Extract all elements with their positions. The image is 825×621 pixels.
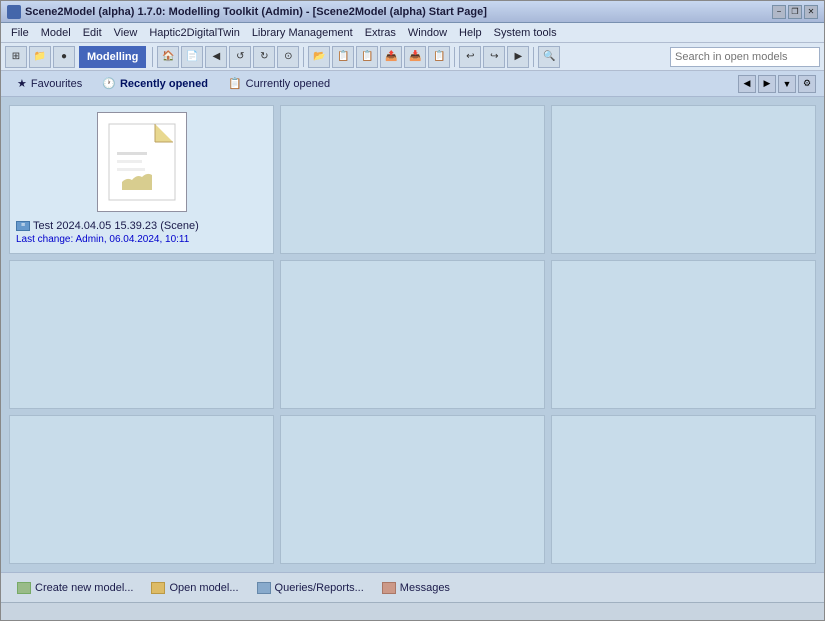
window-title: Scene2Model (alpha) 1.7.0: Modelling Too… — [25, 6, 487, 18]
tab-settings-button[interactable]: ⚙ — [798, 75, 816, 93]
menu-window[interactable]: Window — [402, 26, 453, 40]
messages-button[interactable]: Messages — [374, 580, 458, 596]
grid-cell-7 — [280, 415, 545, 564]
toolbar-arrow[interactable]: ▶ — [507, 46, 529, 68]
menu-help[interactable]: Help — [453, 26, 488, 40]
menu-library[interactable]: Library Management — [246, 26, 359, 40]
create-new-model-label: Create new model... — [35, 582, 133, 594]
close-button[interactable]: ✕ — [804, 5, 818, 19]
cell-date-text-0: Last change: Admin, 06.04.2024, — [16, 234, 162, 245]
menu-bar: File Model Edit View Haptic2DigitalTwin … — [1, 23, 824, 43]
restore-button[interactable]: ❐ — [788, 5, 802, 19]
menu-edit[interactable]: Edit — [77, 26, 108, 40]
menu-model[interactable]: Model — [35, 26, 77, 40]
create-new-model-button[interactable]: Create new model... — [9, 580, 141, 596]
scene-icon: ≡ — [16, 221, 30, 231]
separator-1 — [152, 47, 153, 67]
tab-recently-opened[interactable]: 🕐 Recently opened — [94, 74, 216, 93]
toolbar-mode-label: Modelling — [79, 46, 146, 68]
toolbar-refresh2[interactable]: ↻ — [253, 46, 275, 68]
tab-navigation: ◀ ▶ ▼ ⚙ — [738, 75, 816, 93]
toolbar-undo[interactable]: ↩ — [459, 46, 481, 68]
cell-time-0: 10:11 — [162, 234, 189, 245]
menu-haptic[interactable]: Haptic2DigitalTwin — [143, 26, 245, 40]
toolbar: ⊞ 📁 ● Modelling 🏠 📄 ◀ ↺ ↻ ⊙ 📂 📋 📋 📤 📥 📋 … — [1, 43, 824, 71]
grid-cell-2 — [551, 105, 816, 254]
open-icon — [151, 582, 165, 594]
tab-prev-button[interactable]: ◀ — [738, 75, 756, 93]
toolbar-find[interactable]: 🔍 — [538, 46, 560, 68]
grid-cell-0[interactable]: ≡ Test 2024.04.05 15.39.23 (Scene) Last … — [9, 105, 274, 254]
menu-file[interactable]: File — [5, 26, 35, 40]
thumbnail-svg-0 — [107, 122, 177, 202]
toolbar-doc[interactable]: 📄 — [181, 46, 203, 68]
currently-opened-icon: 📋 — [228, 77, 242, 90]
search-box[interactable] — [670, 47, 820, 67]
menu-view[interactable]: View — [108, 26, 144, 40]
query-icon — [257, 582, 271, 594]
toolbar-export3[interactable]: 📋 — [428, 46, 450, 68]
open-model-label: Open model... — [169, 582, 238, 594]
title-bar: Scene2Model (alpha) 1.7.0: Modelling Too… — [1, 1, 824, 23]
window-controls[interactable]: − ❐ ✕ — [772, 5, 818, 19]
toolbar-btn-3[interactable]: ● — [53, 46, 75, 68]
recently-opened-icon: 🕐 — [102, 77, 116, 90]
search-input[interactable] — [675, 51, 815, 63]
grid-cell-1 — [280, 105, 545, 254]
messages-label: Messages — [400, 582, 450, 594]
toolbar-search-btn[interactable]: ⊙ — [277, 46, 299, 68]
minimize-button[interactable]: − — [772, 5, 786, 19]
grid-cell-4 — [280, 260, 545, 409]
toolbar-redo[interactable]: ↪ — [483, 46, 505, 68]
toolbar-btn-2[interactable]: 📁 — [29, 46, 51, 68]
cell-date-0: Last change: Admin, 06.04.2024, 10:11 — [16, 234, 189, 245]
tab-currently-opened[interactable]: 📋 Currently opened — [220, 74, 338, 93]
toolbar-copy[interactable]: 📋 — [332, 46, 354, 68]
toolbar-export2[interactable]: 📥 — [404, 46, 426, 68]
cell-inner-0: ≡ Test 2024.04.05 15.39.23 (Scene) Last … — [10, 106, 273, 253]
cell-thumbnail-0 — [97, 112, 187, 212]
toolbar-btn-1[interactable]: ⊞ — [5, 46, 27, 68]
tab-favourites[interactable]: ★ Favourites — [9, 74, 90, 93]
grid-cell-6 — [9, 415, 274, 564]
tab-bar: ★ Favourites 🕐 Recently opened 📋 Current… — [1, 71, 824, 97]
bottom-bar: Create new model... Open model... Querie… — [1, 572, 824, 602]
create-icon — [17, 582, 31, 594]
tab-next-button[interactable]: ▶ — [758, 75, 776, 93]
tab-currently-opened-label: Currently opened — [246, 78, 330, 90]
separator-2 — [303, 47, 304, 67]
grid-cell-5 — [551, 260, 816, 409]
messages-icon — [382, 582, 396, 594]
toolbar-open[interactable]: 📂 — [308, 46, 330, 68]
queries-reports-label: Queries/Reports... — [275, 582, 364, 594]
tab-dropdown-button[interactable]: ▼ — [778, 75, 796, 93]
toolbar-home[interactable]: 🏠 — [157, 46, 179, 68]
menu-systemtools[interactable]: System tools — [488, 26, 563, 40]
recent-files-grid: ≡ Test 2024.04.05 15.39.23 (Scene) Last … — [9, 105, 816, 564]
menu-extras[interactable]: Extras — [359, 26, 402, 40]
separator-3 — [454, 47, 455, 67]
tab-favourites-label: Favourites — [31, 78, 82, 90]
toolbar-refresh1[interactable]: ↺ — [229, 46, 251, 68]
main-content: ≡ Test 2024.04.05 15.39.23 (Scene) Last … — [1, 97, 824, 572]
favourites-icon: ★ — [17, 77, 27, 90]
toolbar-paste[interactable]: 📋 — [356, 46, 378, 68]
app-icon — [7, 5, 21, 19]
queries-reports-button[interactable]: Queries/Reports... — [249, 580, 372, 596]
separator-4 — [533, 47, 534, 67]
tab-recently-opened-label: Recently opened — [120, 78, 208, 90]
toolbar-back[interactable]: ◀ — [205, 46, 227, 68]
title-bar-left: Scene2Model (alpha) 1.7.0: Modelling Too… — [7, 5, 487, 19]
open-model-button[interactable]: Open model... — [143, 580, 246, 596]
grid-cell-8 — [551, 415, 816, 564]
cell-title-0: ≡ Test 2024.04.05 15.39.23 (Scene) — [16, 220, 199, 232]
grid-cell-3 — [9, 260, 274, 409]
status-bar — [1, 602, 824, 620]
toolbar-export1[interactable]: 📤 — [380, 46, 402, 68]
cell-name-0: Test 2024.04.05 15.39.23 (Scene) — [33, 220, 199, 232]
